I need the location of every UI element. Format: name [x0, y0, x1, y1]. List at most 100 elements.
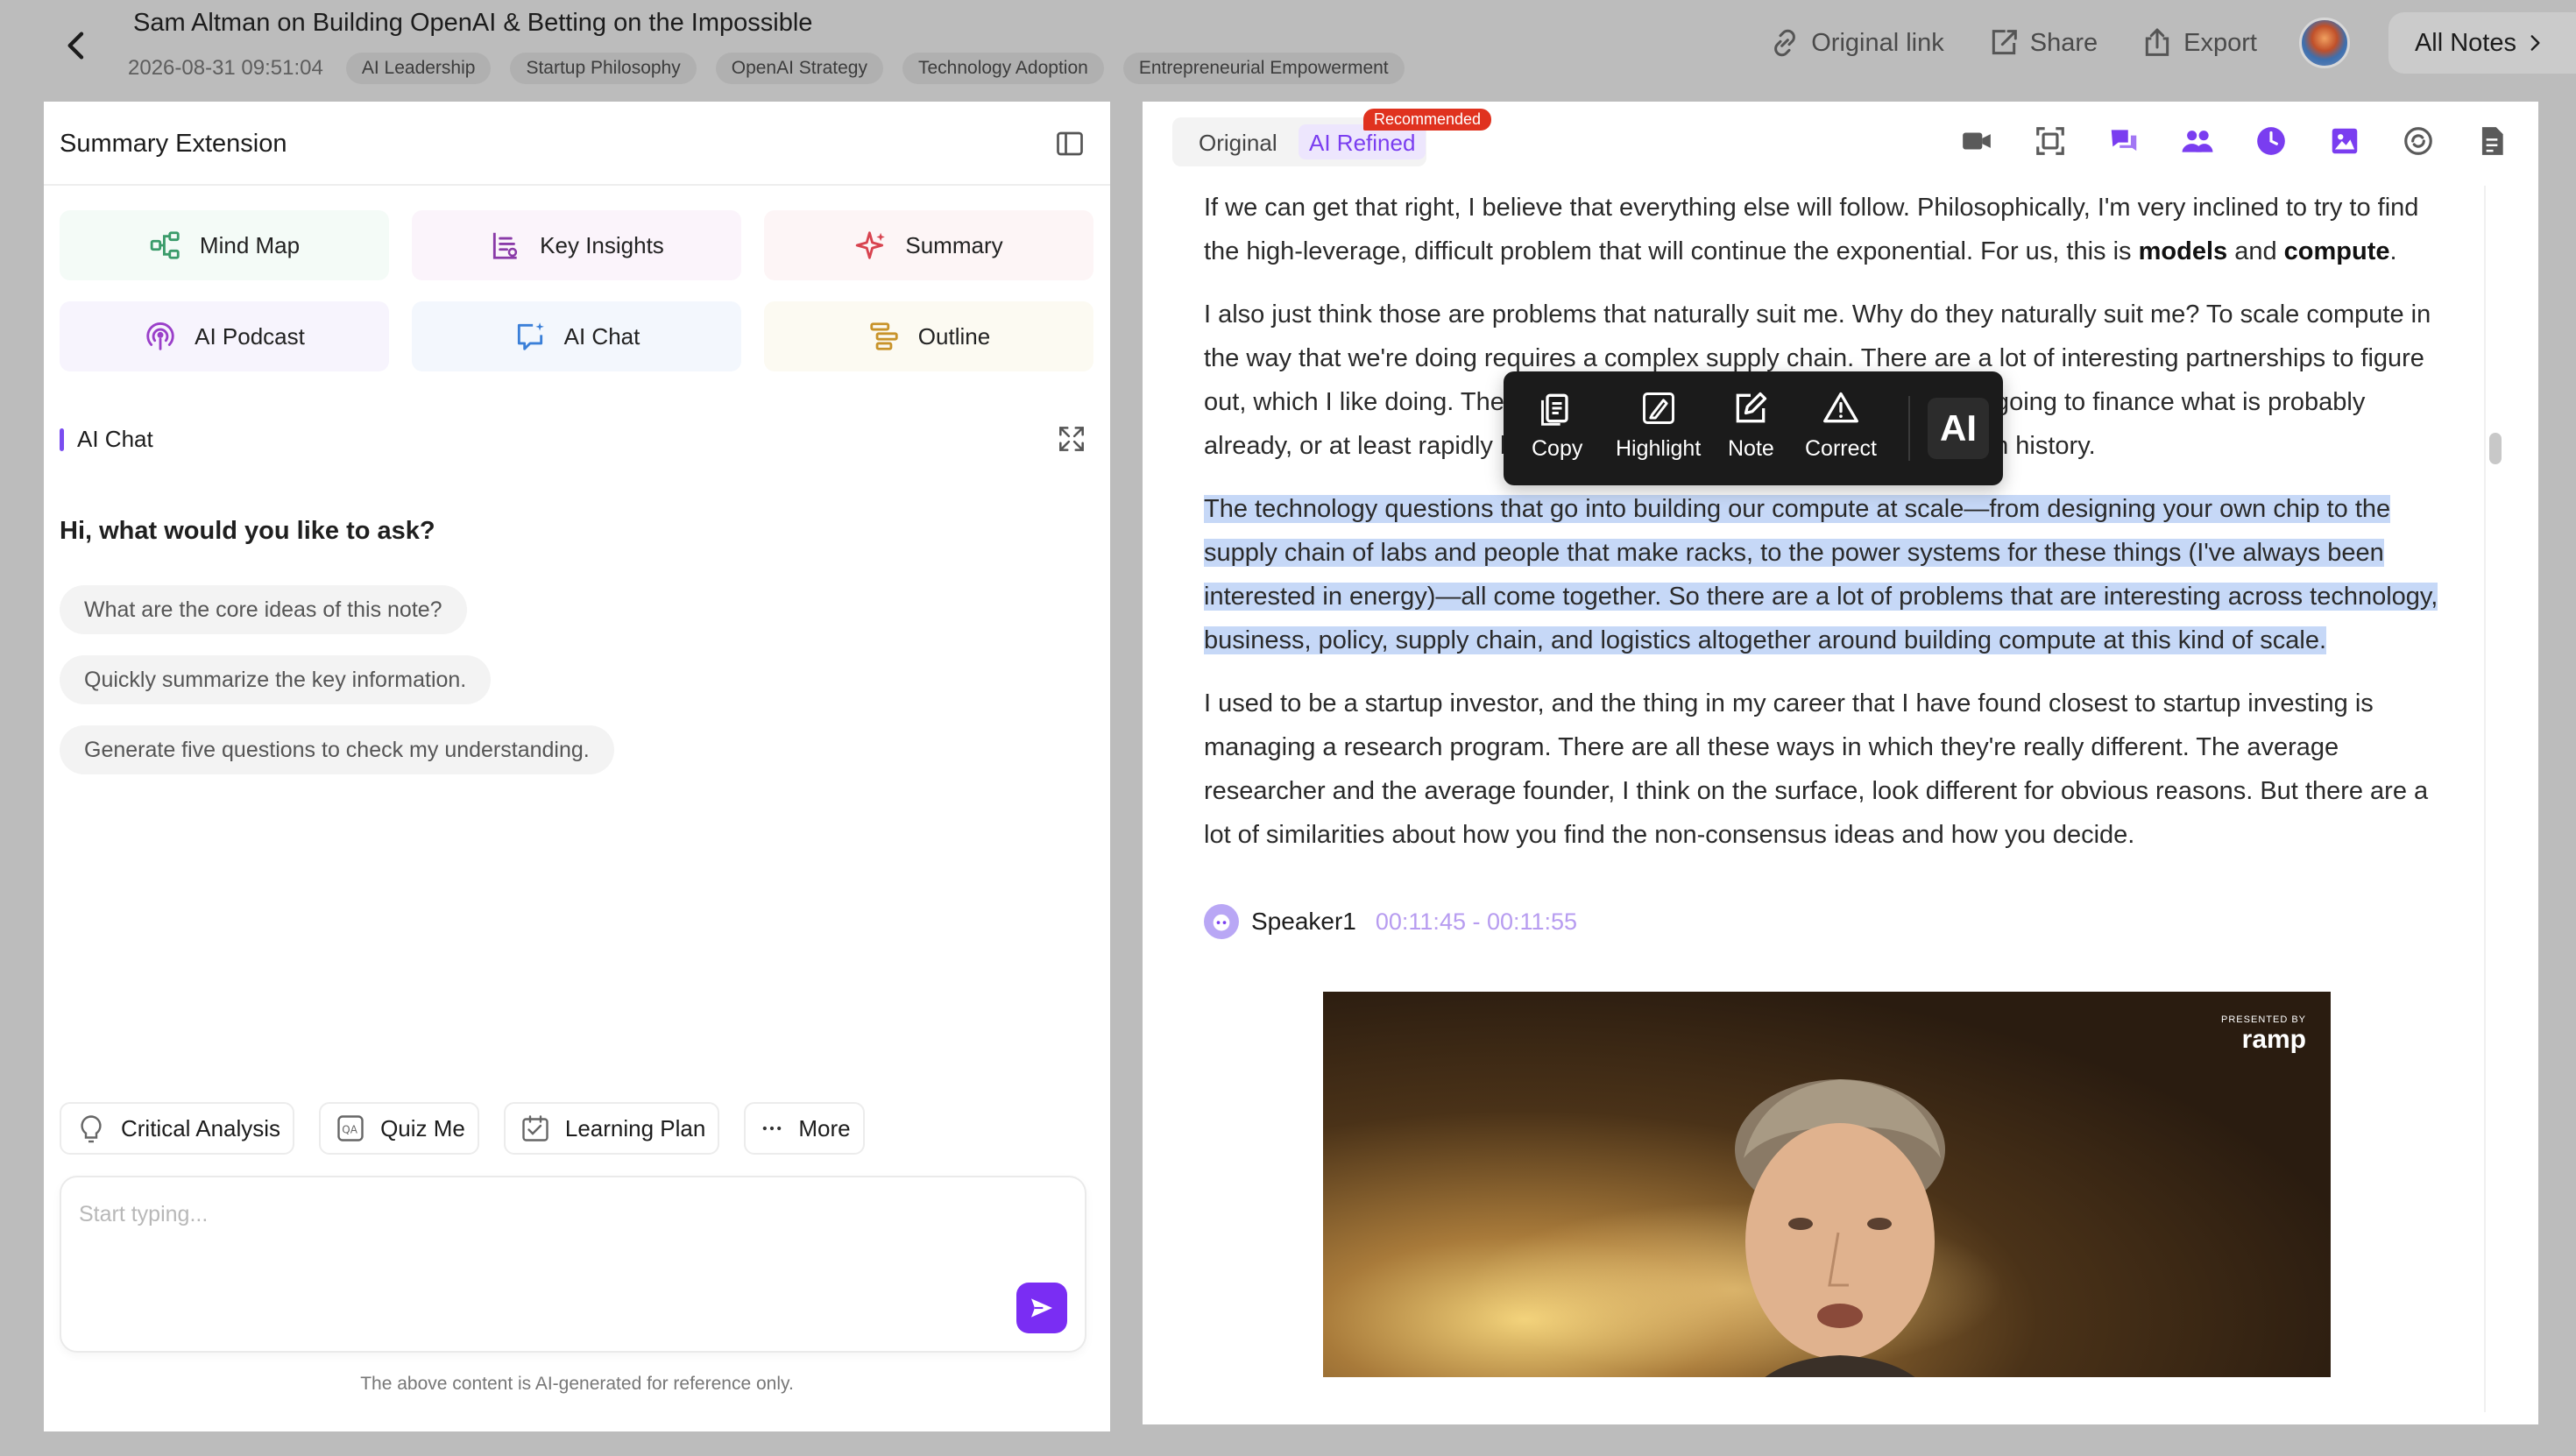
robot-icon: [1213, 914, 1230, 931]
chat-input-box: [60, 1176, 1086, 1353]
learning-plan-button[interactable]: Learning Plan: [503, 1102, 720, 1155]
share-button[interactable]: Share: [1986, 25, 2098, 60]
tag-chip[interactable]: Startup Philosophy: [510, 53, 697, 84]
chevron-right-icon: [2530, 35, 2540, 51]
transcript-content: If we can get that right, I believe that…: [1204, 186, 2457, 946]
ai-chat-button[interactable]: AI Chat: [412, 301, 741, 371]
tag-chip[interactable]: OpenAI Strategy: [715, 53, 883, 84]
chat-input[interactable]: [79, 1195, 867, 1233]
speaker-avatar: [1204, 904, 1239, 939]
speakers-icon[interactable]: [2181, 124, 2214, 158]
paragraph: If we can get that right, I believe that…: [1204, 186, 2457, 273]
export-button[interactable]: Export: [2140, 25, 2257, 60]
panel-header: Summary Extension: [44, 102, 1110, 186]
ai-assist-button[interactable]: AI: [1928, 398, 1989, 459]
quiz-me-button[interactable]: QA Quiz Me: [319, 1102, 479, 1155]
ramp-brand-text: ramp: [2241, 1025, 2306, 1054]
scrollbar-thumb[interactable]: [2489, 433, 2502, 464]
quick-actions: Critical Analysis QA Quiz Me Learning Pl…: [60, 1102, 865, 1155]
ai-button-label: AI: [1940, 407, 1977, 449]
tab-original[interactable]: Original: [1199, 130, 1277, 157]
ai-podcast-button[interactable]: AI Podcast: [60, 301, 389, 371]
more-dots-icon: [763, 1126, 782, 1131]
tag-chip[interactable]: Entrepreneurial Empowerment: [1122, 53, 1405, 84]
all-notes-button[interactable]: All Notes: [2388, 12, 2576, 74]
suggestion-chip[interactable]: What are the core ideas of this note?: [60, 585, 467, 634]
quiz-me-label: Quiz Me: [380, 1114, 465, 1141]
ai-disclaimer: The above content is AI-generated for re…: [360, 1374, 794, 1394]
lightbulb-icon: [81, 1115, 102, 1143]
more-button[interactable]: More: [744, 1102, 865, 1155]
note-button[interactable]: Note: [1728, 389, 1774, 462]
feature-grid: Mind Map Key Insights Summary AI Podcast…: [60, 210, 1093, 371]
document-icon[interactable]: [2475, 124, 2509, 158]
video-camera-icon[interactable]: [1960, 124, 1993, 158]
share-icon: [1992, 30, 2017, 55]
suggestion-chip[interactable]: Quickly summarize the key information.: [60, 655, 492, 704]
highlight-button[interactable]: Highlight: [1616, 389, 1701, 462]
podcast-icon: [146, 322, 174, 350]
tag-chip[interactable]: AI Leadership: [345, 53, 492, 84]
chat-icon[interactable]: [2107, 124, 2141, 158]
key-insights-icon: [493, 232, 518, 259]
highlighter-icon: [1642, 392, 1674, 424]
panel-title: Summary Extension: [60, 130, 287, 158]
screenshot-icon[interactable]: [2034, 124, 2067, 158]
speaker-timestamp[interactable]: 00:11:45 - 00:11:55: [1376, 908, 1577, 936]
learning-plan-label: Learning Plan: [564, 1114, 706, 1141]
correct-button[interactable]: Correct: [1805, 389, 1877, 462]
user-avatar[interactable]: [2298, 18, 2350, 68]
all-notes-label: All Notes: [2414, 28, 2516, 57]
ai-podcast-label: AI Podcast: [195, 322, 305, 350]
svg-text:QA: QA: [342, 1123, 357, 1135]
warning-icon: [1823, 392, 1858, 423]
sidebar-toggle-icon[interactable]: [1054, 128, 1086, 159]
export-icon: [2145, 28, 2169, 56]
highlight-label: Highlight: [1616, 436, 1702, 461]
summary-button[interactable]: Summary: [764, 210, 1093, 280]
share-label: Share: [2029, 28, 2098, 57]
expand-icon[interactable]: [1055, 422, 1088, 456]
panel-toolbar: [1960, 124, 2509, 158]
chevron-left-icon: [67, 32, 84, 60]
transcript-panel: Original AI Refined Recommended If we ca…: [1143, 102, 2538, 1424]
copy-button[interactable]: Copy: [1532, 389, 1582, 462]
back-button[interactable]: [56, 25, 98, 67]
key-insights-label: Key Insights: [540, 231, 664, 258]
ai-chat-section-label: AI Chat: [77, 426, 153, 452]
scrollbar-track[interactable]: [2484, 186, 2503, 1412]
speaker-name: Speaker1: [1251, 908, 1356, 935]
export-label: Export: [2183, 28, 2257, 57]
suggestion-chip[interactable]: Generate five questions to check my unde…: [60, 725, 614, 774]
presented-by-text: PRESENTED BY: [2221, 1014, 2306, 1025]
more-label: More: [798, 1114, 851, 1141]
chat-bubble-icon: [517, 322, 544, 350]
tag-chip[interactable]: Technology Adoption: [902, 53, 1104, 84]
summary-extension-panel: Summary Extension Mind Map Key Insights …: [44, 102, 1110, 1431]
section-accent-bar: [60, 428, 64, 451]
bold-term: models: [2138, 237, 2228, 265]
ai-chat-section-header: AI Chat: [60, 422, 1093, 457]
critical-analysis-button[interactable]: Critical Analysis: [60, 1102, 295, 1155]
paragraph-selected[interactable]: The technology questions that go into bu…: [1204, 487, 2457, 662]
mind-map-label: Mind Map: [199, 231, 301, 258]
outline-button[interactable]: Outline: [764, 301, 1093, 371]
highlighted-text[interactable]: The technology questions that go into bu…: [1204, 495, 2438, 654]
clock-icon[interactable]: [2254, 124, 2288, 158]
note-meta: 2026-08-31 09:51:04 AI Leadership Startu…: [128, 53, 1405, 84]
chat-greeting: Hi, what would you like to ask?: [60, 517, 435, 545]
sync-icon[interactable]: [2402, 124, 2435, 158]
ramp-logo: PRESENTED BY ramp: [2221, 1014, 2306, 1055]
summary-label: Summary: [905, 231, 1003, 258]
selection-toolbar: Copy Highlight Note Correct AI: [1504, 371, 2003, 485]
speaker-row: Speaker1 00:11:45 - 00:11:55: [1204, 897, 2457, 946]
bold-term: compute: [2283, 237, 2390, 265]
key-insights-button[interactable]: Key Insights: [412, 210, 741, 280]
video-thumbnail[interactable]: PRESENTED BY ramp: [1323, 992, 2331, 1377]
paragraph-text: and: [2227, 237, 2284, 265]
send-button[interactable]: [1016, 1283, 1067, 1333]
original-link-button[interactable]: Original link: [1767, 25, 1944, 60]
image-icon[interactable]: [2328, 124, 2361, 158]
top-header: Sam Altman on Building OpenAI & Betting …: [0, 0, 2576, 96]
mind-map-button[interactable]: Mind Map: [60, 210, 389, 280]
